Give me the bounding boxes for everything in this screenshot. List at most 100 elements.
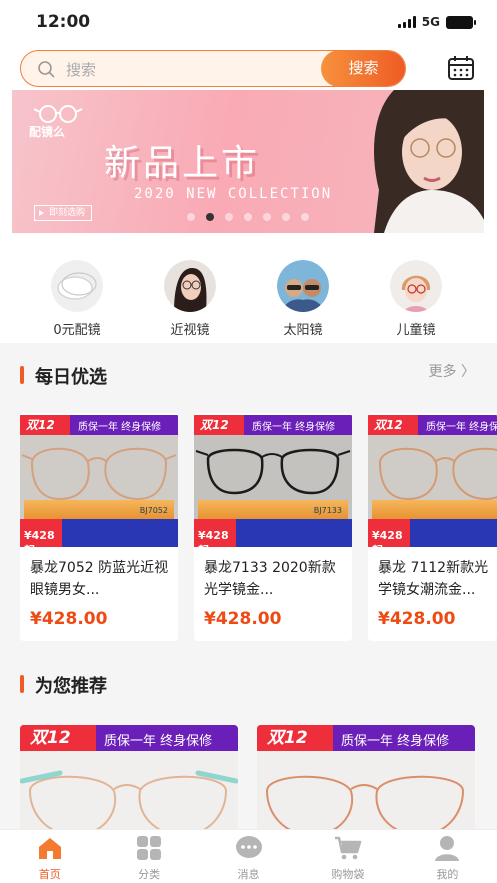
status-bar: 12:00 5G <box>0 0 497 46</box>
tab-label: 首页 <box>38 868 61 881</box>
tab-home[interactable]: 首页 <box>0 830 99 883</box>
signal-icon <box>397 16 416 28</box>
tab-label: 我的 <box>436 868 459 881</box>
more-link[interactable]: 更多 〉 <box>429 361 475 381</box>
promo-tag-bar: 双12 质保一年 终身保修 <box>20 725 238 751</box>
promo-tag-bar: 双12 质保一年 终身保修 <box>368 415 497 435</box>
promo-tag-text: 质保一年 终身保修 <box>104 734 213 749</box>
bottom-tab-bar: 首页 分类 消息 购物袋 我的 <box>0 829 497 883</box>
sunglasses-model-icon <box>277 260 329 312</box>
recommend-card[interactable]: 双12 质保一年 终身保修 <box>20 725 238 835</box>
product-price: ¥428.00 <box>204 609 282 629</box>
promo-strip: ¥428起 <box>20 519 178 547</box>
promo-strip: ¥428起 <box>194 519 352 547</box>
tab-profile[interactable]: 我的 <box>398 830 497 883</box>
network-label: 5G <box>421 15 440 29</box>
calendar-icon[interactable] <box>447 55 475 81</box>
banner-dot[interactable] <box>187 213 195 221</box>
promo-price: ¥428起 <box>24 529 55 547</box>
promo-badge: 双12 <box>368 415 418 435</box>
promo-price: ¥428起 <box>198 529 229 547</box>
lens-icon <box>51 260 103 312</box>
category-label: 太阳镜 <box>283 323 323 338</box>
myopia-model-icon <box>164 260 216 312</box>
user-icon <box>435 836 460 861</box>
daily-picks-section: 每日优选 更多 〉 双12 质保一年 终身保修 BJ7052 ¥428起 <box>0 343 497 645</box>
tab-cart[interactable]: 购物袋 <box>298 830 397 883</box>
tab-label: 购物袋 <box>331 868 365 881</box>
recommend-section: 为您推荐 双12 质保一年 终身保修 双12 质保一年 终身保修 <box>0 660 497 835</box>
category-label: 0元配镜 <box>53 323 101 338</box>
category-nav: 0元配镜 近视镜 太阳镜 儿童镜 <box>0 238 497 343</box>
promo-tag-bar: 双12 质保一年 终身保修 <box>257 725 475 751</box>
promo-tag-bar: 双12 质保一年 终身保修 <box>194 415 352 435</box>
product-model-code: BJ7133 <box>313 506 342 515</box>
recommend-title: 为您推荐 <box>20 672 107 698</box>
tab-category[interactable]: 分类 <box>99 830 198 883</box>
product-image: 双12 质保一年 终身保修 BJ7133 ¥428起 <box>194 415 352 547</box>
banner-title: 新品上市 <box>104 143 261 184</box>
product-card[interactable]: 双12 质保一年 终身保修 BJ7052 ¥428起 暴龙7052 防蓝光近视眼… <box>20 413 178 641</box>
home-icon <box>38 838 61 859</box>
product-price: ¥428.00 <box>30 609 108 629</box>
status-indicators: 5G <box>397 15 476 29</box>
product-model-code: BJ7052 <box>139 506 168 515</box>
category-item-myopia[interactable]: 近视镜 <box>140 260 240 338</box>
search-box[interactable]: 搜索 搜索 <box>20 50 406 87</box>
category-item-kids[interactable]: 儿童镜 <box>366 260 466 338</box>
promo-price-box: ¥428起 <box>368 519 410 547</box>
banner-dot[interactable] <box>263 213 271 221</box>
promo-badge: 双12 <box>20 415 70 435</box>
tab-messages[interactable]: 消息 <box>199 830 298 883</box>
promo-badge: 双12 <box>20 725 96 751</box>
promo-tag-text: 质保一年 终身保修 <box>78 422 162 433</box>
product-card[interactable]: 双12 质保一年 终身保修 BJ7133 ¥428起 暴龙7133 2020新款… <box>194 413 352 641</box>
banner-dot[interactable] <box>225 213 233 221</box>
banner-subtitle: 2020 NEW COLLECTION <box>134 186 333 202</box>
tab-label: 消息 <box>237 868 260 881</box>
product-image <box>257 751 475 835</box>
banner-cta-button[interactable]: 即刻选购 <box>34 205 93 221</box>
search-icon <box>38 61 55 78</box>
status-time: 12:00 <box>36 12 91 32</box>
promo-badge: 双12 <box>257 725 333 751</box>
promo-price: ¥428起 <box>372 529 403 547</box>
product-name: 暴龙7133 2020新款光学镜金... <box>204 560 336 598</box>
promo-price-box: ¥428起 <box>20 519 62 547</box>
promo-badge: 双12 <box>194 415 244 435</box>
banner-model-image <box>374 90 484 233</box>
search-input[interactable]: 搜索 <box>66 59 96 80</box>
category-label: 儿童镜 <box>396 323 436 338</box>
category-item-sunglasses[interactable]: 太阳镜 <box>253 260 353 338</box>
banner-dot[interactable] <box>301 213 309 221</box>
product-price: ¥428.00 <box>378 609 456 629</box>
promo-tag-text: 质保一年 终身保修 <box>426 422 497 433</box>
category-item-free[interactable]: 0元配镜 <box>27 260 127 338</box>
recommend-card[interactable]: 双12 质保一年 终身保修 <box>257 725 475 835</box>
promo-tag-text: 质保一年 终身保修 <box>252 422 336 433</box>
battery-icon <box>446 15 476 29</box>
promo-tag-text: 质保一年 终身保修 <box>341 734 450 749</box>
product-name: 暴龙7052 防蓝光近视眼镜男女... <box>30 560 169 598</box>
kids-model-icon <box>390 260 442 312</box>
banner-section: 配镜么 新品上市 2020 NEW COLLECTION 即刻选购 <box>0 90 497 238</box>
product-image: 双12 质保一年 终身保修 BJ7052 ¥428起 <box>20 415 178 547</box>
tab-label: 分类 <box>138 868 161 881</box>
product-card[interactable]: 双12 质保一年 终身保修 ¥428起 暴龙 7112新款光学镜女潮流金... … <box>368 413 497 641</box>
banner-pagination[interactable] <box>187 213 309 221</box>
daily-picks-title: 每日优选 <box>20 363 107 389</box>
banner-dot[interactable] <box>206 213 214 221</box>
grid-icon <box>137 836 162 860</box>
product-name: 暴龙 7112新款光学镜女潮流金... <box>378 560 489 598</box>
search-button[interactable]: 搜索 <box>321 51 405 86</box>
promo-banner[interactable]: 配镜么 新品上市 2020 NEW COLLECTION 即刻选购 <box>12 90 484 233</box>
promo-strip: ¥428起 <box>368 519 497 547</box>
product-image: 双12 质保一年 终身保修 ¥428起 <box>368 415 497 547</box>
banner-dot[interactable] <box>244 213 252 221</box>
message-icon <box>235 836 262 858</box>
cart-icon <box>334 836 362 860</box>
search-header: 搜索 搜索 <box>0 46 497 90</box>
category-label: 近视镜 <box>170 323 210 338</box>
banner-dot[interactable] <box>282 213 290 221</box>
banner-brand: 配镜么 <box>29 125 66 139</box>
